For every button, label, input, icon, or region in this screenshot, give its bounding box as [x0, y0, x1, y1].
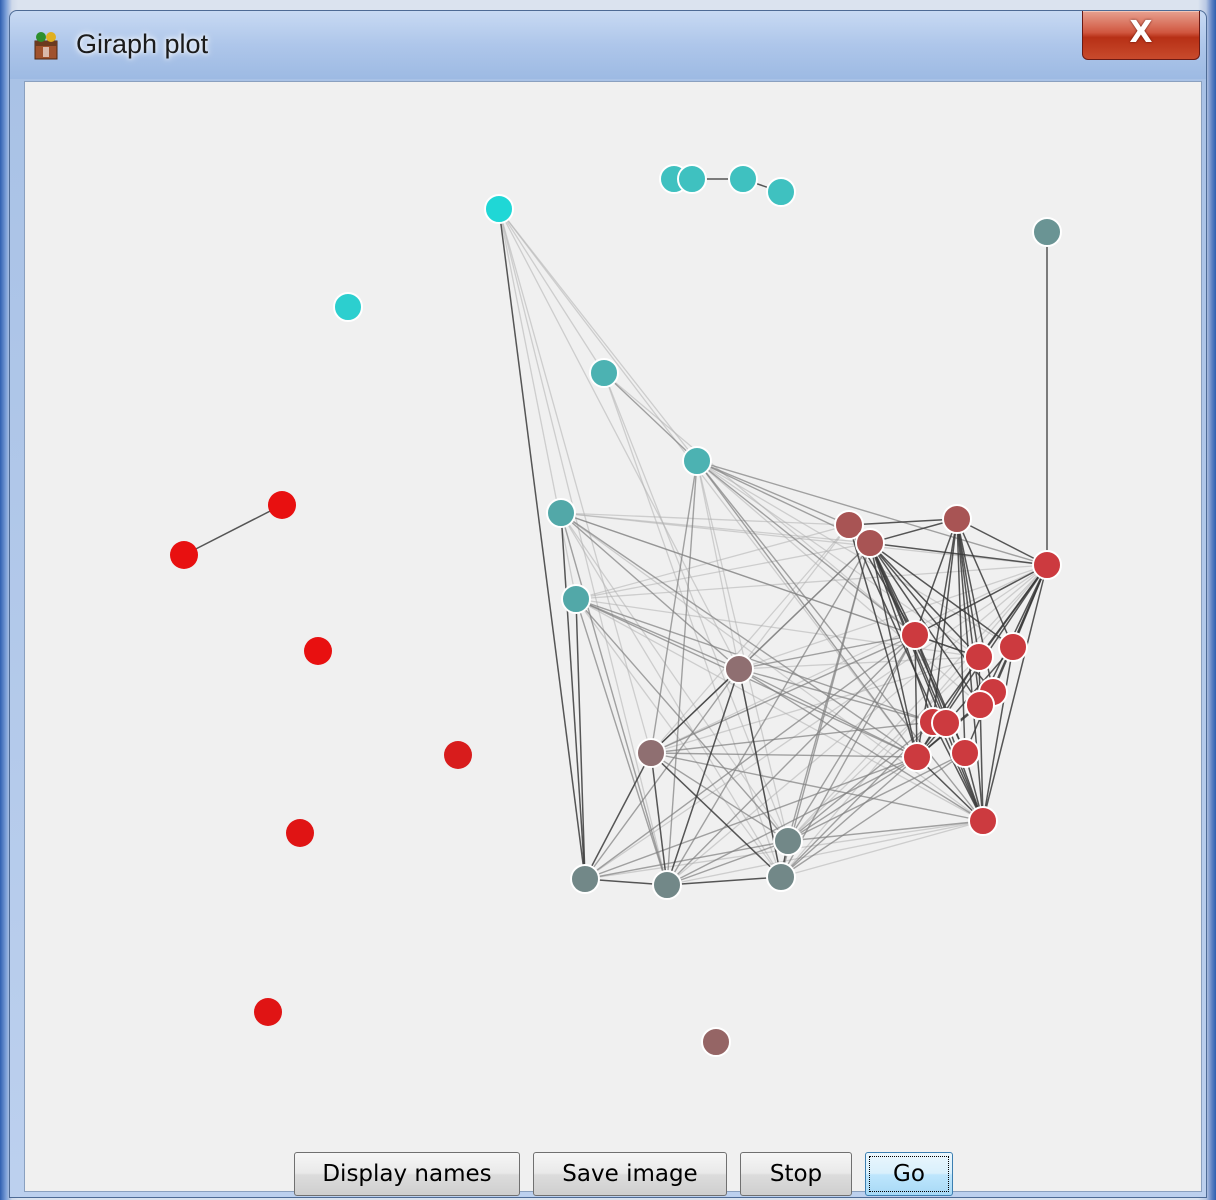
graph-node[interactable]: [170, 541, 198, 569]
graph-node[interactable]: [1032, 550, 1062, 580]
graph-node[interactable]: [968, 806, 998, 836]
graph-node[interactable]: [855, 528, 885, 558]
graph-edge: [696, 460, 980, 658]
save-image-button[interactable]: Save image: [533, 1152, 727, 1196]
graph-node[interactable]: [444, 741, 472, 769]
graph-node[interactable]: [931, 708, 961, 738]
graph-edge: [498, 208, 698, 462]
graph-edge: [575, 598, 740, 670]
graph-edge: [498, 208, 586, 880]
graph-edge: [584, 840, 789, 880]
graph-node[interactable]: [773, 826, 803, 856]
graph-edge: [498, 208, 652, 754]
graph-node[interactable]: [484, 194, 514, 224]
graph-node[interactable]: [570, 864, 600, 894]
graph-edge: [738, 634, 916, 670]
graph-node[interactable]: [701, 1027, 731, 1057]
graph-edge: [575, 598, 586, 880]
graph-node[interactable]: [546, 498, 576, 528]
graph-edge: [780, 756, 918, 878]
close-icon: X: [1129, 15, 1153, 50]
graph-nodes: [170, 164, 1062, 1057]
graph-node[interactable]: [682, 446, 712, 476]
graph-node[interactable]: [766, 177, 796, 207]
graph-edge: [498, 208, 577, 600]
graph-edge: [584, 752, 652, 880]
graph-edge: [183, 504, 283, 556]
graph-node[interactable]: [254, 998, 282, 1026]
graph-node[interactable]: [728, 164, 758, 194]
graph-node[interactable]: [636, 738, 666, 768]
graph-node[interactable]: [964, 642, 994, 672]
graph-edge: [498, 208, 740, 670]
graph-node[interactable]: [286, 819, 314, 847]
plot-panel: Display names Save image Stop Go: [24, 81, 1202, 1196]
graph-node[interactable]: [900, 620, 930, 650]
graph-node[interactable]: [589, 358, 619, 388]
giraph-app-icon: [34, 32, 58, 60]
close-button[interactable]: X: [1082, 11, 1200, 60]
display-names-button[interactable]: Display names: [294, 1152, 520, 1196]
graph-edge: [982, 646, 1014, 822]
graph-node[interactable]: [1032, 217, 1062, 247]
graph-canvas[interactable]: [25, 82, 1201, 1132]
graph-node[interactable]: [677, 164, 707, 194]
graph-edge: [738, 524, 850, 670]
graph-node[interactable]: [965, 690, 995, 720]
graph-edge: [738, 668, 918, 758]
graph-edge: [932, 518, 958, 723]
graph-edge: [560, 512, 586, 880]
graph-node[interactable]: [950, 738, 980, 768]
graph-edge: [575, 598, 782, 878]
go-button[interactable]: Go: [865, 1152, 953, 1196]
graph-edge: [787, 820, 984, 842]
giraph-plot-window: Giraph plot X Display names Save image S…: [9, 10, 1207, 1198]
graph-node[interactable]: [724, 654, 754, 684]
graph-edge: [603, 372, 698, 462]
window-title: Giraph plot: [76, 29, 209, 59]
graph-edge: [575, 564, 1048, 600]
graph-edge: [666, 820, 984, 886]
stop-button[interactable]: Stop: [740, 1152, 852, 1196]
button-bar: Display names Save image Stop Go: [25, 1142, 1201, 1196]
graph-node[interactable]: [998, 632, 1028, 662]
graph-node[interactable]: [902, 742, 932, 772]
graph-edge: [666, 564, 1048, 886]
focus-ring: [869, 1156, 949, 1192]
graph-node[interactable]: [766, 862, 796, 892]
graph-node[interactable]: [942, 504, 972, 534]
graph-edge: [560, 512, 850, 526]
graph-edge: [498, 208, 668, 886]
graph-edge: [498, 208, 918, 758]
graph-node[interactable]: [268, 491, 296, 519]
graph-node[interactable]: [333, 292, 363, 322]
graph-node[interactable]: [304, 637, 332, 665]
graph-node[interactable]: [561, 584, 591, 614]
graph-node[interactable]: [652, 870, 682, 900]
title-bar[interactable]: Giraph plot X: [10, 11, 1206, 79]
graph-edge: [560, 512, 668, 886]
